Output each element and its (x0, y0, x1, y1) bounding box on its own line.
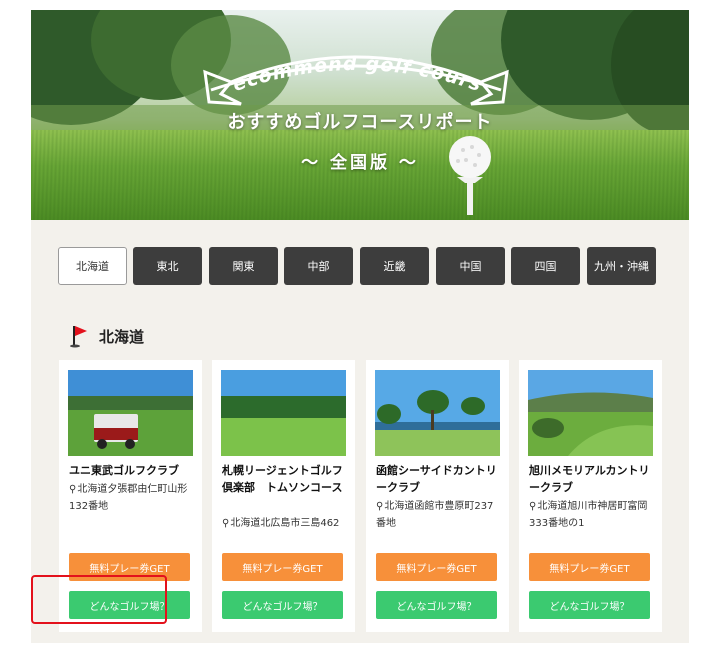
address-text: 北海道北広島市三島462 (230, 518, 340, 529)
svg-text:Recommend golf course: Recommend golf course (191, 32, 485, 96)
tab-shikoku[interactable]: 四国 (511, 247, 580, 285)
tab-kyushu-okinawa[interactable]: 九州・沖縄 (587, 247, 656, 285)
free-play-ticket-button[interactable]: 無料プレー券GET (222, 553, 343, 581)
address-text: 北海道旭川市神居町富岡333番地の1 (529, 501, 648, 529)
map-pin-icon: ⚲ (69, 484, 77, 495)
hero-subtitle: ～ 全国版 ～ (301, 153, 419, 173)
map-pin-icon: ⚲ (529, 501, 537, 512)
course-photo (68, 370, 193, 456)
course-address: ⚲北海道函館市豊原町237番地 (376, 498, 502, 532)
course-address: ⚲北海道夕張郡由仁町山形132番地 (69, 481, 195, 515)
golf-report-page: Recommend golf course おすすめゴルフコースリポート ～ 全… (31, 10, 689, 643)
tab-kinki[interactable]: 近畿 (360, 247, 429, 285)
section-heading: 北海道 (69, 324, 144, 348)
course-details-button[interactable]: どんなゴルフ場？ (529, 591, 650, 619)
map-pin-icon: ⚲ (222, 518, 230, 529)
tab-kanto[interactable]: 関東 (209, 247, 278, 285)
map-pin-icon: ⚲ (376, 501, 384, 512)
address-text: 北海道夕張郡由仁町山形132番地 (69, 484, 188, 512)
course-address: ⚲北海道旭川市神居町富岡333番地の1 (529, 498, 655, 532)
region-tabs: 北海道 東北 関東 中部 近畿 中国 四国 九州・沖縄 (58, 247, 658, 285)
golf-ball-icon (449, 136, 491, 215)
free-play-ticket-button[interactable]: 無料プレー券GET (376, 553, 497, 581)
course-address: ⚲北海道北広島市三島462 (222, 515, 348, 532)
section-title: 北海道 (99, 327, 145, 346)
golf-course-card: 旭川メモリアルカントリークラブ ⚲北海道旭川市神居町富岡333番地の1 無料プレ… (519, 360, 662, 632)
free-play-ticket-button[interactable]: 無料プレー券GET (529, 553, 650, 581)
course-details-button[interactable]: どんなゴルフ場？ (376, 591, 497, 619)
tab-chubu[interactable]: 中部 (284, 247, 353, 285)
banner-text: Recommend golf course (191, 32, 484, 96)
hero-banner: Recommend golf course おすすめゴルフコースリポート ～ 全… (31, 10, 689, 220)
golf-course-card: 函館シーサイドカントリークラブ ⚲北海道函館市豊原町237番地 無料プレー券GE… (366, 360, 509, 632)
course-photo (375, 370, 500, 456)
address-text: 北海道函館市豊原町237番地 (376, 501, 494, 529)
course-name: 札幌リージェントゴルフ倶楽部 トムソンコース (222, 464, 343, 494)
tab-tohoku[interactable]: 東北 (133, 247, 202, 285)
hero-title: おすすめゴルフコースリポート (227, 112, 493, 133)
tab-hokkaido[interactable]: 北海道 (58, 247, 127, 285)
highlight-box (31, 575, 167, 624)
course-photo (221, 370, 346, 456)
fairway-grass (31, 130, 689, 220)
tab-chugoku[interactable]: 中国 (436, 247, 505, 285)
course-photo (528, 370, 653, 456)
course-details-button[interactable]: どんなゴルフ場？ (222, 591, 343, 619)
course-name: 函館シーサイドカントリークラブ (376, 464, 497, 494)
course-name: 旭川メモリアルカントリークラブ (529, 464, 650, 494)
red-flag-icon (70, 326, 87, 348)
golf-course-card: 札幌リージェントゴルフ倶楽部 トムソンコース ⚲北海道北広島市三島462 無料プ… (212, 360, 355, 632)
course-name: ユニ東武ゴルフクラブ (69, 464, 179, 477)
